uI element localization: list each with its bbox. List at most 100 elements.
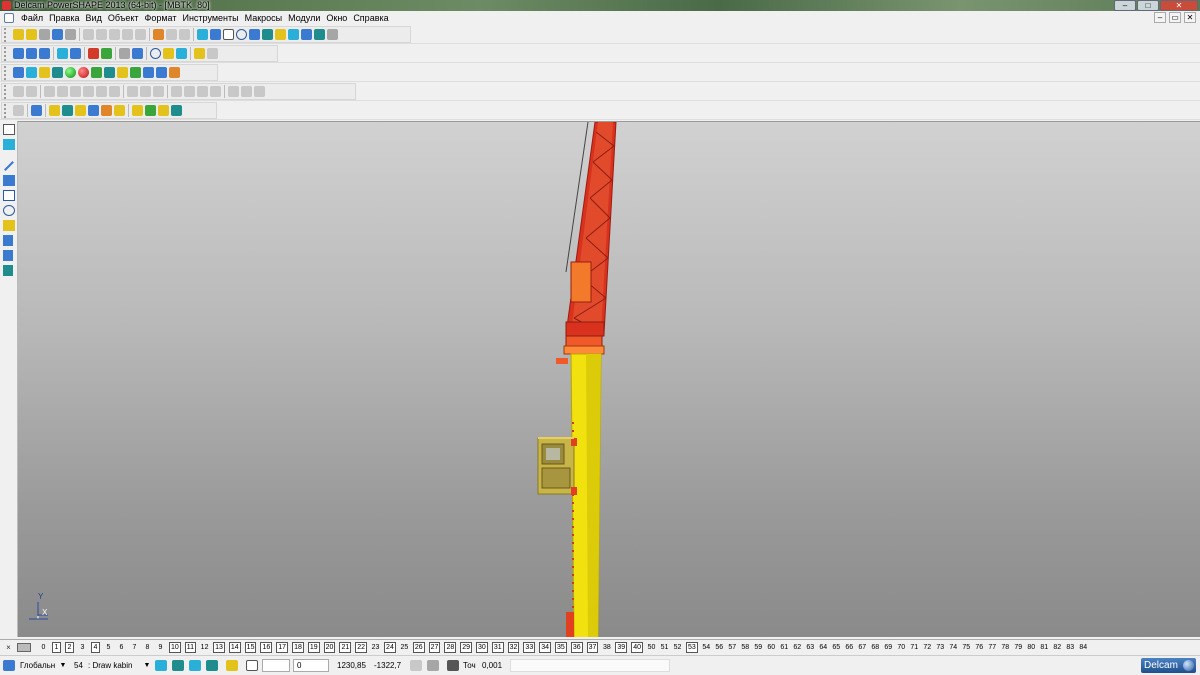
layer-button[interactable]: 26 (412, 641, 425, 653)
zoom-out-icon[interactable] (119, 48, 130, 59)
layer-button[interactable]: 83 (1066, 643, 1075, 652)
layer-button[interactable]: 78 (1001, 643, 1010, 652)
layer-button[interactable]: 0 (39, 643, 48, 652)
layer-button[interactable]: 25 (400, 643, 409, 652)
material-red-icon[interactable] (78, 67, 89, 78)
layer-button[interactable]: 65 (832, 643, 841, 652)
document-icon[interactable] (4, 13, 14, 23)
zoom-all-icon[interactable] (88, 48, 99, 59)
view-front-icon[interactable] (57, 48, 68, 59)
layer-button[interactable]: 70 (897, 643, 906, 652)
grid-field[interactable] (262, 659, 290, 672)
layer-button[interactable]: 34 (539, 641, 552, 653)
menu-tools[interactable]: Инструменты (179, 11, 241, 25)
texture-icon[interactable] (52, 67, 63, 78)
layer-button[interactable]: 23 (371, 643, 380, 652)
redo-icon[interactable] (166, 29, 177, 40)
component-group-icon[interactable] (75, 105, 86, 116)
layer-dropdown-arrow[interactable]: ▼ (142, 659, 152, 672)
layer-button[interactable]: 3 (78, 643, 87, 652)
document-info-icon[interactable] (26, 67, 37, 78)
toolbar-grip[interactable] (4, 103, 10, 118)
view-cube-icon[interactable] (155, 660, 167, 671)
paste-icon[interactable] (109, 29, 120, 40)
layer-button[interactable]: 4 (91, 641, 100, 653)
layer-button[interactable]: 66 (845, 643, 854, 652)
tree-icon[interactable] (132, 105, 143, 116)
grid-icon[interactable] (246, 660, 258, 671)
snap-settings-icon[interactable] (226, 660, 238, 671)
layer-button[interactable]: 35 (555, 641, 567, 653)
layer-button[interactable]: 54 (702, 643, 711, 652)
surface-icon[interactable] (301, 29, 312, 40)
solid-draft-icon[interactable] (197, 86, 208, 97)
layer-button[interactable]: 6 (117, 643, 126, 652)
tolerance-icon[interactable] (447, 660, 459, 671)
maximize-button[interactable]: □ (1137, 0, 1159, 11)
layer-button[interactable]: 51 (660, 643, 669, 652)
query-icon[interactable] (143, 67, 154, 78)
layer-button[interactable]: 10 (169, 641, 181, 653)
export-icon[interactable] (130, 67, 141, 78)
workplane-status-icon[interactable] (3, 660, 15, 671)
solid-create-icon[interactable] (3, 220, 15, 231)
layer-button[interactable]: 13 (213, 641, 225, 653)
layer-button[interactable]: 7 (130, 643, 139, 652)
open-model-icon[interactable] (26, 29, 37, 40)
shaded-view-icon[interactable] (163, 48, 174, 59)
lighting-icon[interactable] (194, 48, 205, 59)
layer-button[interactable]: 75 (962, 643, 971, 652)
layer-button[interactable]: 27 (428, 641, 441, 653)
workplane-lock-icon[interactable] (410, 660, 422, 671)
solid-fillet-icon[interactable] (171, 86, 182, 97)
select-arrow-icon[interactable] (3, 124, 15, 135)
solid-icon[interactable] (288, 29, 299, 40)
layer-button[interactable]: 52 (673, 643, 682, 652)
menu-file[interactable]: Файл (18, 11, 46, 25)
component-move-icon[interactable] (101, 105, 112, 116)
menu-modules[interactable]: Модули (285, 11, 323, 25)
menu-macros[interactable]: Макросы (242, 11, 286, 25)
layer-button[interactable]: 79 (1014, 643, 1023, 652)
layer-button[interactable]: 18 (292, 641, 304, 653)
dimension-icon[interactable] (3, 235, 13, 246)
circle-select-icon[interactable] (236, 29, 247, 40)
polyline-icon[interactable] (3, 175, 15, 186)
minimize-button[interactable]: – (1114, 0, 1136, 11)
layer-select[interactable]: : Draw kabin (88, 659, 132, 673)
layer-button[interactable]: 24 (384, 641, 396, 653)
solid-intersect-icon[interactable] (153, 86, 164, 97)
layer-button[interactable]: 82 (1053, 643, 1062, 652)
pointer-icon[interactable] (223, 29, 234, 40)
hand-icon[interactable] (207, 48, 218, 59)
layer-bar-close-icon[interactable]: × (4, 643, 13, 652)
layer-button[interactable]: 53 (686, 641, 698, 653)
view-cube-2-icon[interactable] (172, 660, 184, 671)
curve-icon[interactable] (3, 250, 13, 261)
menu-format[interactable]: Формат (142, 11, 180, 25)
layer-button[interactable]: 67 (858, 643, 867, 652)
component-explode-icon[interactable] (88, 105, 99, 116)
layer-button[interactable]: 50 (647, 643, 656, 652)
list-icon[interactable] (156, 67, 167, 78)
layer-button[interactable]: 59 (754, 643, 763, 652)
view-cube-3-icon[interactable] (189, 660, 201, 671)
solid-feature-icon[interactable] (254, 86, 265, 97)
solid-settings-icon[interactable] (26, 86, 37, 97)
forward-icon[interactable] (104, 67, 115, 78)
layer-button[interactable]: 31 (491, 641, 504, 653)
layer-button[interactable]: 15 (244, 641, 257, 653)
close-button[interactable]: ✕ (1160, 0, 1198, 11)
polygon-icon[interactable] (3, 205, 15, 216)
layer-button[interactable]: 84 (1079, 643, 1088, 652)
constraint-icon[interactable] (145, 105, 156, 116)
layer-button[interactable]: 16 (260, 641, 273, 653)
layer-button[interactable]: 36 (570, 641, 583, 653)
component-library-icon[interactable] (114, 105, 125, 116)
workplane-icon[interactable] (314, 29, 325, 40)
group-icon[interactable] (262, 29, 273, 40)
workplane-select[interactable]: Глобальн (20, 659, 55, 673)
solid-subtract-icon[interactable] (140, 86, 151, 97)
layer-button[interactable]: 74 (949, 643, 958, 652)
layer-button[interactable]: 71 (910, 643, 919, 652)
